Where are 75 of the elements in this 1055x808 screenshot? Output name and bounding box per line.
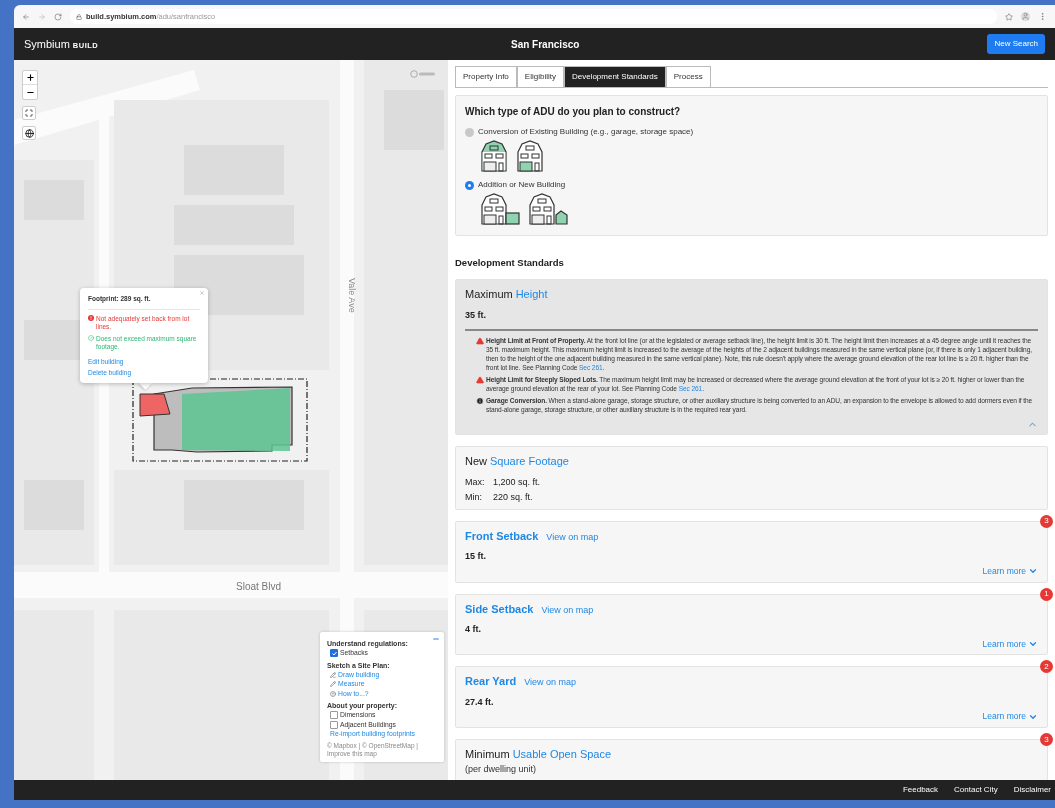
house-icon <box>516 140 544 172</box>
new-search-button[interactable]: New Search <box>987 34 1045 54</box>
fullscreen-icon <box>25 109 33 117</box>
standard-title[interactable]: Front Setback <box>465 527 539 545</box>
profile-icon[interactable] <box>1021 12 1030 21</box>
street-label: Sloat Blvd <box>236 580 282 594</box>
forward-icon[interactable] <box>38 12 46 21</box>
globe-button[interactable] <box>22 126 36 140</box>
standard-title-prefix: Maximum <box>465 287 513 303</box>
menu-icon[interactable] <box>1038 12 1047 21</box>
notification-badge: 2 <box>1040 660 1053 674</box>
back-icon[interactable] <box>22 12 30 21</box>
standard-title[interactable]: Side Setback <box>465 600 534 617</box>
learn-more-link[interactable]: Learn more <box>982 637 1038 651</box>
notification-badge: 3 <box>1040 733 1053 746</box>
standard-title-link[interactable]: Usable Open Space <box>512 746 612 763</box>
city-title: San Francisco <box>511 37 580 52</box>
learn-more-link[interactable]: Learn more <box>982 710 1038 723</box>
plus-icon <box>25 73 35 82</box>
close-icon[interactable] <box>199 290 205 296</box>
tab[interactable]: Property Info <box>455 66 517 87</box>
view-on-map-link[interactable]: View on map <box>524 676 577 690</box>
notification-badge: 1 <box>1040 587 1053 601</box>
bookmark-star-icon[interactable] <box>1005 12 1013 21</box>
warning-icon <box>476 376 484 385</box>
standard-value: 27.4 ft. <box>465 695 495 709</box>
range-label: Max: <box>465 475 486 489</box>
standard-title-prefix: New <box>465 454 487 470</box>
section-heading: Development Standards <box>455 256 565 270</box>
map-logo-icon <box>410 70 436 78</box>
help-icon <box>330 690 336 697</box>
checkbox[interactable] <box>330 711 338 720</box>
pencil-icon <box>330 671 336 678</box>
range-label: Min: <box>465 491 483 505</box>
check-icon <box>88 335 94 342</box>
checkbox[interactable] <box>330 720 338 729</box>
standard-subtitle: (per dwelling unit) <box>465 762 538 776</box>
house-icon <box>480 193 520 225</box>
fullscreen-button[interactable] <box>22 106 36 120</box>
footer-link[interactable]: Disclaimer <box>1013 784 1051 796</box>
standard-title-link[interactable]: Height <box>515 286 548 303</box>
standard-title[interactable]: Rear Yard <box>465 673 517 690</box>
standard-value: 15 ft. <box>465 550 487 564</box>
info-icon <box>476 397 484 406</box>
standard-value: 35 ft. <box>465 308 487 322</box>
adu-question: Which type of ADU do you plan to construct? <box>465 105 682 119</box>
view-on-map-link[interactable]: View on map <box>541 603 594 617</box>
notification-badge: 3 <box>1040 514 1053 528</box>
zoom-in-button[interactable] <box>23 71 37 85</box>
footer-link[interactable]: Contact City <box>954 784 998 796</box>
tab[interactable]: Development Standards <box>563 66 666 87</box>
footer-link[interactable]: Feedback <box>902 784 939 796</box>
standard-title-prefix: Minimum <box>465 747 510 762</box>
house-icon <box>480 140 508 172</box>
tab[interactable]: Eligibility <box>516 66 564 87</box>
collapse-icon[interactable] <box>432 635 440 643</box>
house-icon <box>528 193 568 225</box>
globe-icon <box>24 128 34 138</box>
radio-label: Conversion of Existing Building (e.g., garage, storage space) <box>478 126 694 138</box>
error-icon <box>88 315 94 322</box>
reload-icon[interactable] <box>54 12 62 21</box>
checkbox[interactable] <box>330 649 338 658</box>
range-value: 220 sq. ft. <box>493 491 533 505</box>
radio-button[interactable] <box>465 180 474 190</box>
tab[interactable]: Process <box>665 66 711 87</box>
standard-value: 4 ft. <box>465 623 482 636</box>
radio-button[interactable] <box>465 127 474 137</box>
warning-icon <box>476 337 484 346</box>
standard-title-link[interactable]: Square Footage <box>490 453 569 470</box>
range-value: 1,200 sq. ft. <box>493 475 541 489</box>
pencil-icon <box>330 681 336 688</box>
radio-label: Addition or New Building <box>478 179 566 191</box>
street-label: Vale Ave <box>345 278 358 313</box>
learn-more-link[interactable]: Learn more <box>982 564 1038 578</box>
view-on-map-link[interactable]: View on map <box>546 530 599 545</box>
